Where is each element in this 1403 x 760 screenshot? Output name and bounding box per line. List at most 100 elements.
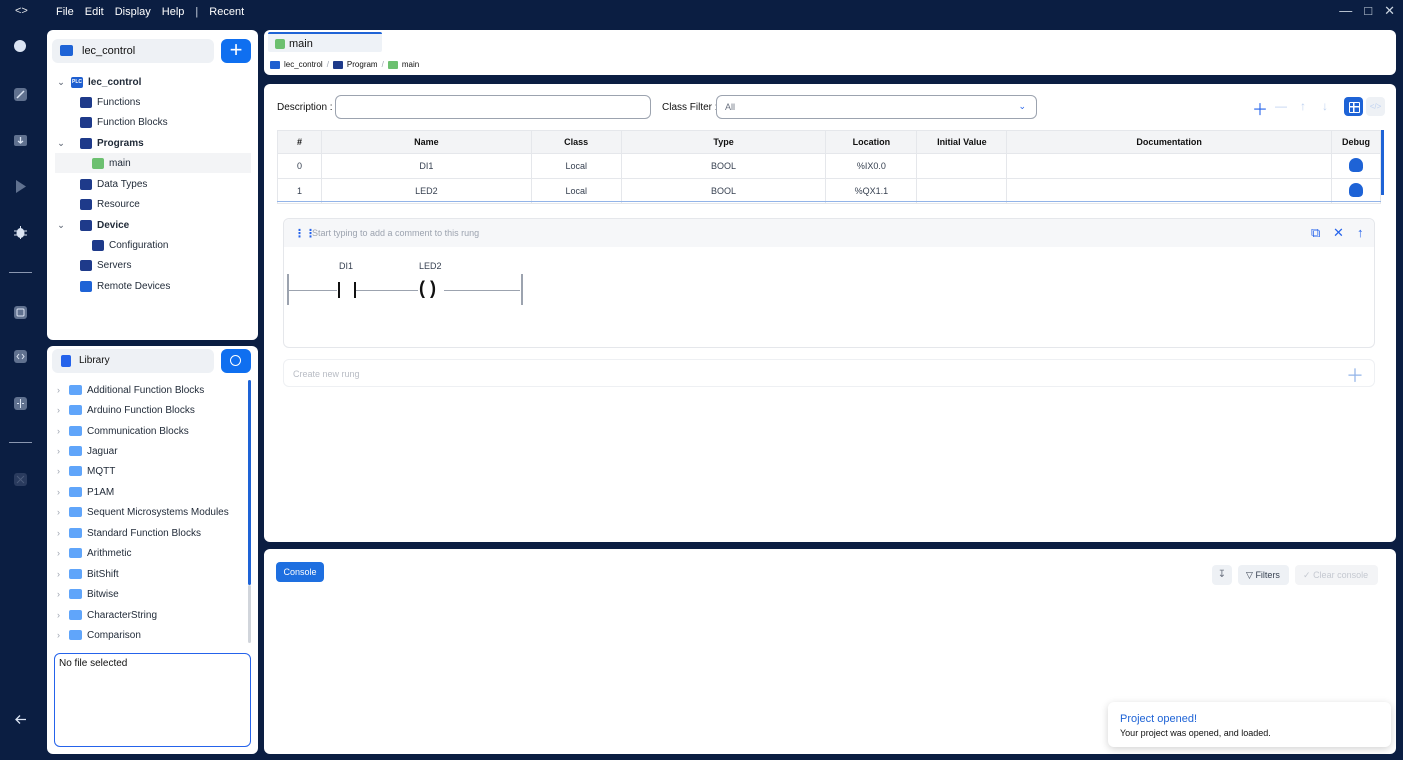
cell-class[interactable]: Local — [530, 178, 622, 204]
cell-debug[interactable] — [1330, 178, 1382, 204]
close-icon[interactable]: ✕ — [1384, 3, 1395, 19]
tab-main[interactable]: main — [268, 32, 382, 52]
column-header[interactable]: Debug — [1330, 130, 1382, 154]
library-item[interactable]: › CharacterString — [57, 605, 157, 625]
breadcrumb-item[interactable]: lec_control — [284, 60, 323, 69]
clear-console-button[interactable]: ✓ Clear console — [1295, 565, 1378, 585]
move-up-icon[interactable]: ↑ — [1300, 99, 1306, 113]
zoom-icon[interactable] — [13, 87, 28, 102]
filters-button[interactable]: ▽ Filters — [1238, 565, 1289, 585]
table-resize-handle[interactable] — [277, 201, 1381, 202]
menu-file[interactable]: File — [56, 6, 74, 18]
split-icon[interactable] — [13, 396, 28, 411]
library-header[interactable]: Library — [52, 349, 214, 373]
menu-recent[interactable]: Recent — [209, 6, 244, 18]
cell-initial-value[interactable] — [916, 153, 1008, 179]
library-item[interactable]: › Comparison — [57, 625, 141, 644]
toast-notification[interactable]: Project opened! Your project was opened,… — [1108, 702, 1391, 747]
chevron-down-icon[interactable]: ⌄ — [55, 220, 67, 231]
tree-item-data-types[interactable]: Data Types — [80, 174, 147, 194]
tree-item-main[interactable]: main — [55, 153, 251, 173]
copy-icon[interactable]: ⧉ — [1311, 225, 1320, 241]
download-icon[interactable]: ↧ — [1212, 565, 1232, 585]
tree-item-device[interactable]: ⌄ Device — [55, 215, 129, 235]
cell-class[interactable]: Local — [530, 153, 622, 179]
column-header[interactable]: # — [277, 130, 322, 154]
project-header[interactable]: lec_control — [52, 39, 214, 63]
table-row[interactable]: 1 LED2 Local BOOL %QX1.1 — [277, 178, 1382, 204]
cell-name[interactable]: LED2 — [320, 178, 532, 204]
breadcrumb-item[interactable]: Program — [347, 60, 378, 69]
move-down-icon[interactable]: ↓ — [1322, 99, 1328, 113]
cell-name[interactable]: DI1 — [320, 153, 532, 179]
library-item[interactable]: › Standard Function Blocks — [57, 523, 201, 543]
library-item[interactable]: › Sequent Microsystems Modules — [57, 502, 229, 522]
console-tab[interactable]: Console — [276, 562, 324, 582]
column-header[interactable]: Location — [825, 130, 918, 154]
tree-item-functions[interactable]: Functions — [80, 92, 140, 112]
column-header[interactable]: Initial Value — [916, 130, 1008, 154]
column-header[interactable]: Class — [530, 130, 622, 154]
library-item[interactable]: › Bitwise — [57, 584, 119, 604]
class-filter-select[interactable]: All ⌄ — [716, 95, 1037, 119]
code-toggle-icon[interactable] — [13, 349, 28, 364]
chevron-down-icon[interactable]: ⌄ — [55, 138, 67, 149]
move-up-icon[interactable]: ↑ — [1357, 225, 1364, 240]
debug-icon[interactable] — [1348, 158, 1363, 172]
box-icon[interactable] — [13, 305, 28, 320]
maximize-icon[interactable]: □ — [1364, 3, 1372, 19]
close-icon[interactable] — [13, 472, 28, 487]
add-button[interactable]: + — [221, 39, 251, 63]
tree-item-remote-devices[interactable]: Remote Devices — [80, 276, 170, 296]
cell-debug[interactable] — [1330, 153, 1382, 179]
coil[interactable]: ( ) — [419, 278, 436, 299]
debug-icon[interactable] — [1348, 183, 1363, 197]
tree-item-servers[interactable]: Servers — [80, 255, 131, 275]
plus-icon[interactable]: ＋ — [1346, 362, 1364, 388]
library-item[interactable]: › Arithmetic — [57, 543, 131, 563]
library-item[interactable]: › MQTT — [57, 461, 115, 481]
tree-item-lec-control[interactable]: ⌄ PLC lec_control — [55, 72, 141, 92]
cell-type[interactable]: BOOL — [620, 153, 827, 179]
tree-item-resource[interactable]: Resource — [80, 194, 140, 214]
column-header[interactable]: Name — [320, 130, 532, 154]
cell-documentation[interactable] — [1006, 153, 1332, 179]
cell-type[interactable]: BOOL — [620, 178, 827, 204]
table-scrollbar[interactable] — [1381, 130, 1384, 195]
cell-location[interactable]: %QX1.1 — [825, 178, 918, 204]
description-input[interactable] — [335, 95, 651, 119]
menu-help[interactable]: Help — [162, 6, 185, 18]
code-view-icon[interactable]: </> — [1366, 97, 1385, 116]
table-view-icon[interactable] — [1344, 97, 1363, 116]
column-header[interactable]: Type — [620, 130, 827, 154]
library-scrollbar[interactable] — [248, 380, 251, 585]
close-icon[interactable]: ✕ — [1333, 225, 1344, 241]
table-row[interactable]: 0 DI1 Local BOOL %IX0.0 — [277, 153, 1382, 179]
tree-item-programs[interactable]: ⌄ Programs — [55, 133, 144, 153]
debug-icon[interactable] — [13, 225, 28, 240]
column-header[interactable]: Documentation — [1006, 130, 1332, 154]
tree-item-function-blocks[interactable]: Function Blocks — [80, 112, 168, 132]
library-scroll-track[interactable] — [248, 585, 251, 643]
menu-display[interactable]: Display — [115, 6, 151, 18]
remove-row-icon[interactable]: — — [1275, 99, 1287, 113]
play-icon[interactable] — [13, 179, 28, 194]
library-item[interactable]: › Communication Blocks — [57, 421, 189, 441]
create-rung[interactable]: Create new rung ＋ — [283, 359, 1375, 387]
rung-comment-input[interactable]: Start typing to add a comment to this ru… — [312, 228, 479, 238]
library-item[interactable]: › P1AM — [57, 482, 114, 502]
cell-location[interactable]: %IX0.0 — [825, 153, 918, 179]
library-item[interactable]: › Jaguar — [57, 441, 118, 461]
minimize-icon[interactable]: — — [1339, 3, 1352, 19]
back-arrow-icon[interactable] — [13, 712, 28, 727]
search-icon[interactable] — [13, 39, 28, 54]
cell-documentation[interactable] — [1006, 178, 1332, 204]
code-icon[interactable]: <> — [15, 5, 28, 17]
cell-initial-value[interactable] — [916, 178, 1008, 204]
library-item[interactable]: › Additional Function Blocks — [57, 380, 204, 400]
tree-item-configuration[interactable]: Configuration — [92, 235, 168, 255]
breadcrumb-item[interactable]: main — [402, 60, 419, 69]
download-icon[interactable] — [13, 133, 28, 148]
library-search-button[interactable] — [221, 349, 251, 373]
chevron-down-icon[interactable]: ⌄ — [55, 77, 67, 88]
